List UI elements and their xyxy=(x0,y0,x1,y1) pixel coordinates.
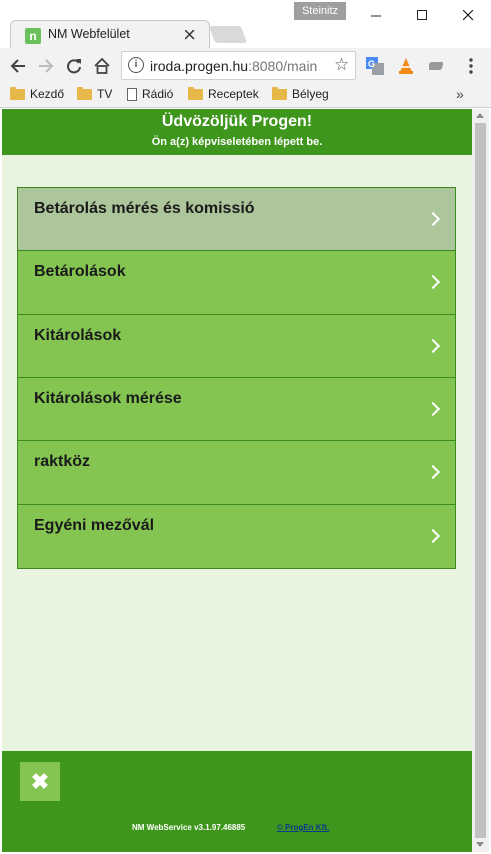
bookmark-label: Receptek xyxy=(208,87,259,101)
menu-item-betarolasok[interactable]: Betárolások xyxy=(18,251,455,315)
chevron-right-icon xyxy=(425,465,441,480)
new-tab-button[interactable] xyxy=(208,26,248,43)
menu-item-label: raktköz xyxy=(34,453,91,471)
window-titlebar: Steinitz n NM Webfelület xyxy=(0,0,491,48)
minimize-icon xyxy=(370,15,381,16)
maximize-icon xyxy=(416,9,427,20)
url-path: :8080/main xyxy=(248,58,318,74)
menu-item-label: Kitárolások xyxy=(34,326,122,344)
bookmark-kezdo[interactable]: Kezdő xyxy=(10,86,65,101)
menu-item-raktkoz[interactable]: raktköz xyxy=(18,441,455,505)
close-icon xyxy=(184,29,195,40)
copyright-link[interactable]: © ProgEn Kft. xyxy=(277,823,329,832)
chevron-right-icon xyxy=(425,401,441,417)
maximize-button[interactable] xyxy=(399,0,445,30)
bookmarks-overflow-button[interactable]: » xyxy=(456,86,464,102)
reload-button[interactable] xyxy=(62,54,86,78)
logout-close-button[interactable]: ✖ xyxy=(20,762,60,801)
close-icon xyxy=(462,9,473,20)
main-menu: Betárolás mérés és komissió Betárolások … xyxy=(17,187,456,569)
page-icon xyxy=(127,87,137,101)
bookmark-label: TV xyxy=(97,87,113,101)
bookmark-star-icon[interactable]: ☆ xyxy=(334,55,349,75)
page-footer: ✖ NM WebService v3.1.97.46885 © ProgEn K… xyxy=(2,751,472,852)
extension-button[interactable] xyxy=(426,54,450,78)
folder-icon xyxy=(188,86,203,100)
window-close-button[interactable] xyxy=(445,0,491,30)
kebab-menu-icon xyxy=(469,58,473,74)
scroll-down-arrow-icon[interactable] xyxy=(476,842,484,847)
vlc-cone-icon xyxy=(399,58,413,74)
tab-close-button[interactable] xyxy=(184,25,195,44)
home-button[interactable] xyxy=(90,54,114,78)
minimize-button[interactable] xyxy=(353,0,399,30)
page-header: Üdvözöljük Progen! Ön a(z) képviseletébe… xyxy=(2,109,472,155)
menu-item-label: Betárolás mérés és komissió xyxy=(34,200,255,217)
folder-icon xyxy=(272,86,287,100)
vlc-extension-button[interactable] xyxy=(394,54,418,78)
bookmark-belyeg[interactable]: Bélyeg xyxy=(272,86,329,101)
menu-item-egyeni-mezoval[interactable]: Egyéni mezővál xyxy=(18,504,455,568)
bookmark-receptek[interactable]: Receptek xyxy=(188,86,259,101)
folder-icon xyxy=(10,86,25,100)
translate-icon: G xyxy=(366,57,384,75)
menu-item-label: Egyéni mezővál xyxy=(34,516,155,534)
vertical-scrollbar[interactable] xyxy=(472,109,489,852)
bookmark-label: Bélyeg xyxy=(292,87,329,101)
url-host: iroda.progen.hu xyxy=(150,58,249,74)
bookmark-radio[interactable]: Rádió xyxy=(127,87,173,101)
extension-icon xyxy=(429,62,444,70)
bookmark-tv[interactable]: TV xyxy=(77,86,113,101)
chevron-right-icon xyxy=(425,528,441,543)
bookmark-label: Rádió xyxy=(142,87,174,101)
menu-item-label: Kitárolások mérése xyxy=(34,389,182,407)
chevron-right-icon xyxy=(425,275,441,290)
menu-item-kitarolasok-merese[interactable]: Kitárolások mérése xyxy=(18,377,455,442)
page-viewport: Üdvözöljük Progen! Ön a(z) képviseletébe… xyxy=(2,109,472,852)
menu-item-label: Betárolások xyxy=(34,263,126,281)
chevron-right-icon xyxy=(425,338,441,353)
welcome-title: Üdvözöljük Progen! xyxy=(161,113,313,130)
chevron-right-icon xyxy=(425,211,441,227)
home-icon xyxy=(94,58,110,74)
scrollbar-thumb[interactable] xyxy=(475,123,486,838)
forward-button[interactable] xyxy=(34,54,58,78)
translate-extension-button[interactable]: G xyxy=(363,54,387,78)
back-button[interactable] xyxy=(6,54,30,78)
arrow-left-icon xyxy=(10,59,25,73)
svg-text:G: G xyxy=(368,59,375,69)
scroll-up-arrow-icon[interactable] xyxy=(476,113,484,118)
browser-toolbar: i iroda.progen.hu:8080/main ☆ G xyxy=(0,48,491,84)
profile-badge[interactable]: Steinitz xyxy=(294,2,346,20)
menu-item-kitarolasok[interactable]: Kitárolások xyxy=(18,314,455,378)
folder-icon xyxy=(77,86,92,100)
browser-tab[interactable]: n NM Webfelület xyxy=(10,20,210,48)
address-bar[interactable]: i iroda.progen.hu:8080/main ☆ xyxy=(121,51,356,80)
reload-icon xyxy=(67,59,81,74)
version-text: NM WebService v3.1.97.46885 xyxy=(132,823,246,832)
bookmark-label: Kezdő xyxy=(30,87,65,101)
tab-title: NM Webfelület xyxy=(48,27,130,41)
site-favicon-icon: n xyxy=(25,28,41,44)
arrow-right-icon xyxy=(39,59,54,73)
welcome-subtitle: Ön a(z) képviseletében lépett be. xyxy=(151,136,323,148)
browser-menu-button[interactable] xyxy=(459,54,483,78)
bookmarks-bar: Kezdő TV Rádió Receptek Bélyeg » xyxy=(0,84,491,108)
menu-item-betarolas-meres[interactable]: Betárolás mérés és komissió xyxy=(18,188,455,252)
url-text: iroda.progen.hu:8080/main xyxy=(150,58,317,74)
info-icon[interactable]: i xyxy=(128,57,144,73)
